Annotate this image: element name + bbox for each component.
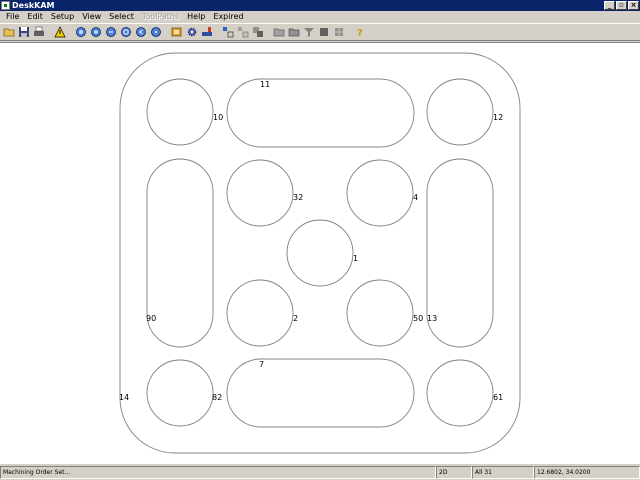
label-1: 1 [353,254,358,263]
layers-icon[interactable] [170,25,184,39]
menu-help[interactable]: Help [183,11,209,23]
menu-select[interactable]: Select [105,11,138,23]
menu-edit[interactable]: Edit [23,11,47,23]
folder-open-icon[interactable] [287,25,301,39]
zoom-window-icon[interactable] [119,25,133,39]
menu-file[interactable]: File [2,11,23,23]
circle-61[interactable] [426,359,494,427]
menu-toolpaths: ToolPaths [141,12,180,21]
label-14: 14 [119,393,129,402]
window-title: DeskKAM [12,1,55,10]
menu-expired[interactable]: Expired [209,11,247,23]
block-icon[interactable] [317,25,331,39]
circle-12[interactable] [426,78,494,146]
slot-7[interactable] [226,358,415,428]
group-icon[interactable] [251,25,265,39]
zoom-fit-icon[interactable] [74,25,88,39]
zoom-extents-icon[interactable] [149,25,163,39]
toolbar: ? [0,23,640,41]
label-90: 90 [146,314,156,323]
machine-icon[interactable] [200,25,214,39]
close-button[interactable]: × [628,1,639,10]
folder-icon[interactable] [272,25,286,39]
status-bar: Machining Order Set... 2D All 31 12.6802… [0,465,640,480]
cad-drawing: 11 10 12 32 4 1 90 2 50 13 7 14 82 61 [119,52,521,454]
label-61: 61 [493,393,503,402]
minimize-button[interactable]: _ [604,1,615,10]
save-icon[interactable] [17,25,31,39]
app-icon [1,1,10,10]
filter-icon[interactable] [302,25,316,39]
label-4: 4 [413,193,418,202]
label-10: 10 [213,113,223,122]
menu-setup[interactable]: Setup [47,11,78,23]
zoom-previous-icon[interactable] [134,25,148,39]
circle-2[interactable] [226,279,294,347]
zoom-out-icon[interactable] [104,25,118,39]
help-icon[interactable]: ? [353,25,367,39]
circle-10[interactable] [146,78,214,146]
circle-1[interactable] [286,219,354,287]
label-2: 2 [293,314,298,323]
circle-82[interactable] [146,359,214,427]
circle-50[interactable] [346,279,414,347]
label-32: 32 [293,193,303,202]
label-13: 13 [427,314,437,323]
label-7: 7 [259,360,264,369]
slot-11[interactable] [226,78,415,148]
label-12: 12 [493,113,503,122]
label-82: 82 [212,393,222,402]
grid-icon[interactable] [332,25,346,39]
select-icon[interactable] [221,25,235,39]
drawing-canvas[interactable]: 11 10 12 32 4 1 90 2 50 13 7 14 82 61 [0,42,640,464]
svg-text:?: ? [357,28,363,38]
print-icon[interactable] [32,25,46,39]
slot-90[interactable] [146,158,214,348]
label-11: 11 [260,80,270,89]
menu-bar: File Edit Setup View Select ToolPaths He… [0,11,640,23]
status-message: Machining Order Set... [0,466,436,479]
status-coordinates: 12.6802, 34.0200 [534,466,640,479]
label-50: 50 [413,314,423,323]
warning-icon[interactable] [53,25,67,39]
settings-gear-icon[interactable] [185,25,199,39]
status-selection: All 31 [472,466,534,479]
status-mode: 2D [436,466,472,479]
menu-view[interactable]: View [78,11,105,23]
open-folder-icon[interactable] [2,25,16,39]
title-bar: DeskKAM _ ▫ × [0,0,640,11]
select-group-icon[interactable] [236,25,250,39]
window-controls: _ ▫ × [604,1,639,10]
circle-32[interactable] [226,159,294,227]
circle-4[interactable] [346,159,414,227]
zoom-in-icon[interactable] [89,25,103,39]
restore-button[interactable]: ▫ [616,1,627,10]
outer-boundary-path[interactable] [119,52,521,454]
